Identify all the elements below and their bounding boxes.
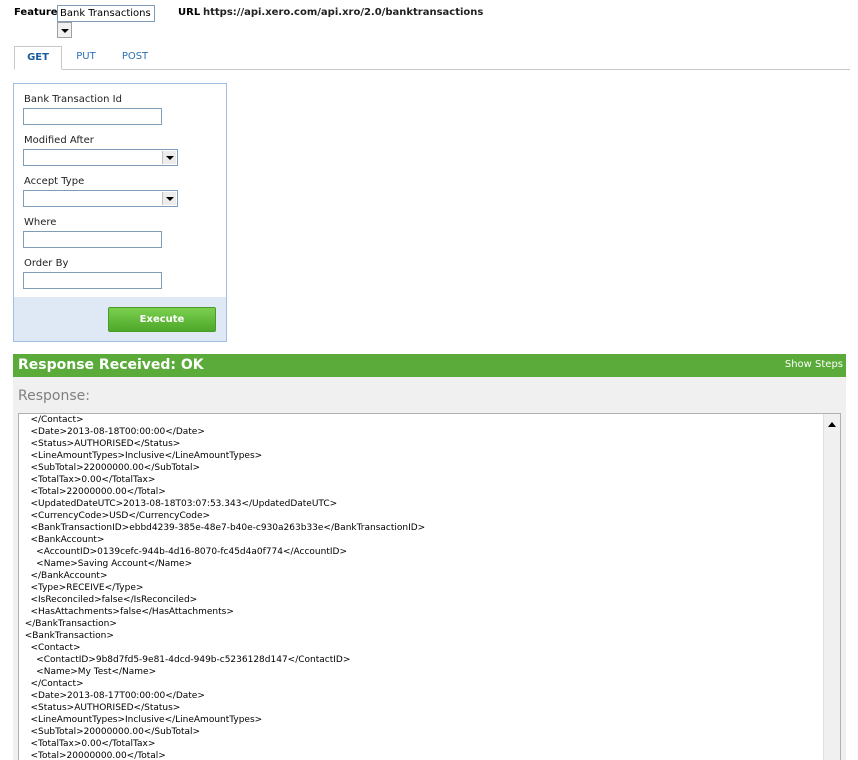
order-by-label: Order By [24, 258, 69, 269]
vertical-scrollbar[interactable] [823, 414, 840, 760]
where-input[interactable] [23, 231, 162, 248]
response-line: <TotalTax>0.00</TotalTax> [19, 739, 156, 749]
scroll-up-arrow-icon[interactable] [828, 422, 836, 427]
response-status-bar: Response Received: OK Show Steps [13, 354, 846, 377]
tab-post[interactable]: POST [112, 46, 158, 70]
feature-label: Feature [14, 7, 58, 18]
response-line: </BankAccount> [19, 571, 108, 581]
response-line: </Contact> [19, 679, 84, 689]
feature-select[interactable]: Bank Transactions [57, 5, 155, 22]
order-by-input[interactable] [23, 272, 162, 289]
response-line: <ContactID>9b8d7fd5-9e81-4dcd-949b-c5236… [19, 655, 351, 665]
response-line: <UpdatedDateUTC>2013-08-18T03:07:53.343<… [19, 499, 338, 509]
response-line: <Total>22000000.00</Total> [19, 487, 166, 497]
response-line: <Contact> [19, 643, 81, 653]
url-value: https://api.xero.com/api.xro/2.0/banktra… [203, 7, 484, 18]
tab-put[interactable]: PUT [66, 46, 106, 70]
response-line: <Name>My Test</Name> [19, 667, 157, 677]
response-line: <CurrencyCode>USD</CurrencyCode> [19, 511, 211, 521]
url-label: URL [178, 7, 201, 18]
response-line: <BankAccount> [19, 535, 105, 545]
show-steps-link[interactable]: Show Steps [785, 359, 843, 370]
modified-after-label: Modified After [24, 135, 94, 146]
response-line: <Total>20000000.00</Total> [19, 751, 166, 760]
response-line: <SubTotal>20000000.00</SubTotal> [19, 727, 201, 737]
response-line: <AccountID>0139cefc-944b-4d16-8070-fc45d… [19, 547, 347, 557]
response-label: Response: [18, 388, 90, 404]
response-line: <Status>AUTHORISED</Status> [19, 439, 181, 449]
response-line: <Date>2013-08-17T00:00:00</Date> [19, 691, 205, 701]
response-line: <Date>2013-08-18T00:00:00</Date> [19, 427, 205, 437]
accept-type-label: Accept Type [24, 176, 85, 187]
response-line: <TotalTax>0.00</TotalTax> [19, 475, 156, 485]
response-line: </Contact> [19, 415, 84, 425]
response-line: <Status>AUTHORISED</Status> [19, 703, 181, 713]
response-line: <HasAttachments>false</HasAttachments> [19, 607, 234, 617]
accept-type-select[interactable] [23, 190, 178, 207]
modified-after-select[interactable] [23, 149, 178, 166]
feature-dropdown-arrow-icon[interactable] [57, 22, 72, 38]
response-body[interactable]: </Contact> <Date>2013-08-18T00:00:00</Da… [18, 413, 841, 760]
response-line: <Name>Saving Account</Name> [19, 559, 193, 569]
response-line: </BankTransaction> [19, 619, 117, 629]
response-line: <IsReconciled>false</IsReconciled> [19, 595, 198, 605]
response-line: <LineAmountTypes>Inclusive</LineAmountTy… [19, 715, 263, 725]
chevron-down-icon[interactable] [162, 192, 176, 205]
response-line: <LineAmountTypes>Inclusive</LineAmountTy… [19, 451, 263, 461]
response-status-title: Response Received: OK [18, 357, 204, 373]
tab-get[interactable]: GET [14, 46, 62, 70]
bank-transaction-id-input[interactable] [23, 108, 162, 125]
response-line: <Type>RECEIVE</Type> [19, 583, 144, 593]
chevron-down-icon[interactable] [162, 151, 176, 164]
response-line: <BankTransaction> [19, 631, 114, 641]
response-line: <SubTotal>22000000.00</SubTotal> [19, 463, 201, 473]
execute-button[interactable]: Execute [108, 307, 216, 332]
where-label: Where [24, 217, 57, 228]
response-xml: </Contact> <Date>2013-08-18T00:00:00</Da… [19, 414, 426, 760]
bank-transaction-id-label: Bank Transaction Id [24, 94, 122, 105]
response-line: <BankTransactionID>ebbd4239-385e-48e7-b4… [19, 523, 426, 533]
